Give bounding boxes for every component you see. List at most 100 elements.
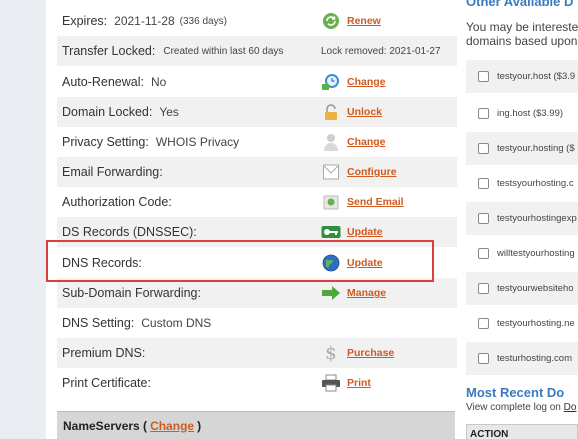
- authorization-code-label: Authorization Code:: [62, 195, 172, 209]
- privacy-icon: [321, 132, 341, 152]
- clock-icon: [321, 72, 341, 92]
- print-certificate-action: Print: [321, 368, 371, 398]
- nameservers-close-paren: ): [197, 418, 202, 433]
- suggestion-checkbox[interactable]: [478, 283, 489, 294]
- transfer-locked-label: Transfer Locked:: [62, 44, 156, 58]
- domain-locked-value: Yes: [159, 105, 179, 119]
- suggestion-name: testyour.host ($3.9: [497, 71, 576, 82]
- renew-link[interactable]: Renew: [347, 15, 381, 27]
- suggestion-item[interactable]: testyourhosting.ne: [466, 307, 578, 340]
- suggestion-item[interactable]: testyour.hosting ($: [466, 132, 578, 165]
- auto-renewal-action: Change: [321, 67, 386, 97]
- send-email-link[interactable]: Send Email: [347, 196, 404, 208]
- sub-domain-forwarding-label: Sub-Domain Forwarding:: [62, 286, 201, 300]
- premium-dns-label: Premium DNS:: [62, 346, 146, 360]
- transfer-locked-note: Created within last 60 days: [163, 45, 284, 57]
- privacy-setting-value: WHOIS Privacy: [155, 135, 240, 149]
- row-premium-dns: Premium DNS: $ Purchase: [57, 338, 457, 368]
- manage-link[interactable]: Manage: [347, 287, 386, 299]
- suggestion-name: testsyourhosting.c: [497, 178, 574, 189]
- arrow-right-icon: [321, 283, 341, 303]
- suggestion-checkbox[interactable]: [478, 318, 489, 329]
- auto-renewal-change-link[interactable]: Change: [347, 76, 386, 88]
- suggestion-checkbox[interactable]: [478, 213, 489, 224]
- row-domain-locked: Domain Locked: Yes Unlock: [57, 97, 457, 127]
- auto-renewal-label: Auto-Renewal:: [62, 75, 144, 89]
- suggestion-item[interactable]: willtestyourhosting: [466, 237, 578, 270]
- authorization-code-action: Send Email: [321, 187, 404, 217]
- suggestion-name: willtestyourhosting: [497, 248, 575, 259]
- row-auto-renewal: Auto-Renewal: No Change: [57, 67, 457, 97]
- suggestion-name: testyourhosting.ne: [497, 318, 575, 329]
- suggestion-item[interactable]: testyour.host ($3.9: [466, 60, 578, 93]
- view-log-text: View complete log on Do: [466, 402, 576, 413]
- privacy-change-link[interactable]: Change: [347, 136, 386, 148]
- available-domains-heading: Other Available D: [466, 0, 574, 9]
- suggestion-name: testyour.hosting ($: [497, 143, 575, 154]
- dns-records-highlight: [46, 240, 434, 282]
- suggestion-name: ing.host ($3.99): [497, 108, 564, 119]
- view-log-link[interactable]: Do: [564, 402, 577, 413]
- premium-dns-action: $ Purchase: [321, 338, 394, 368]
- nameservers-change-link[interactable]: Change: [150, 419, 194, 433]
- intro-line-1: You may be intereste: [466, 20, 578, 34]
- dns-setting-value: Custom DNS: [141, 316, 212, 330]
- left-background: [0, 0, 46, 439]
- expires-days: (336 days): [179, 15, 227, 27]
- privacy-setting-label: Privacy Setting:: [62, 135, 149, 149]
- suggestion-item[interactable]: testyourhostingexp: [466, 202, 578, 235]
- view-log-prefix: View complete log on: [466, 402, 564, 413]
- row-authorization-code: Authorization Code: Send Email: [57, 187, 457, 217]
- suggestion-name: testyourhostingexp: [497, 213, 577, 224]
- suggestion-item[interactable]: testsyourhosting.c: [466, 167, 578, 200]
- suggestion-item[interactable]: testyourwebsiteho: [466, 272, 578, 305]
- print-link[interactable]: Print: [347, 377, 371, 389]
- email-forwarding-label: Email Forwarding:: [62, 165, 163, 179]
- auto-renewal-value: No: [151, 75, 167, 89]
- suggestion-checkbox[interactable]: [478, 108, 489, 119]
- unlock-link[interactable]: Unlock: [347, 106, 382, 118]
- dns-setting-label: DNS Setting:: [62, 316, 135, 330]
- suggestion-checkbox[interactable]: [478, 248, 489, 259]
- dollar-icon: $: [325, 342, 337, 364]
- key-icon: [321, 222, 341, 242]
- printer-icon: [321, 373, 341, 393]
- ds-records-update-link[interactable]: Update: [347, 226, 383, 238]
- row-print-certificate: Print Certificate: Print: [57, 368, 457, 398]
- privacy-setting-action: Change: [321, 127, 386, 157]
- row-email-forwarding: Email Forwarding: Configure: [57, 157, 457, 187]
- suggestion-checkbox[interactable]: [478, 178, 489, 189]
- suggestion-name: testyourwebsiteho: [497, 283, 574, 294]
- lock-icon: [321, 102, 341, 122]
- print-certificate-label: Print Certificate:: [62, 376, 151, 390]
- suggestion-name: testurhosting.com: [497, 353, 572, 364]
- suggestion-item[interactable]: testurhosting.com: [466, 342, 578, 375]
- row-sub-domain-forwarding: Sub-Domain Forwarding: Manage: [57, 278, 457, 308]
- suggestion-checkbox[interactable]: [478, 353, 489, 364]
- nameservers-label: NameServers (: [63, 418, 148, 433]
- suggestions-sidebar: Other Available D You may be intereste d…: [458, 0, 578, 439]
- domain-locked-label: Domain Locked:: [62, 105, 153, 119]
- recent-activity-heading: Most Recent Do: [466, 385, 565, 400]
- expires-value: 2021-11-28: [114, 14, 175, 28]
- row-dns-setting: DNS Setting: Custom DNS: [57, 308, 457, 338]
- domain-locked-action: Unlock: [321, 97, 382, 127]
- ds-records-label: DS Records (DNSSEC):: [62, 225, 197, 239]
- renew-action: Renew: [321, 6, 381, 36]
- suggestion-checkbox[interactable]: [478, 143, 489, 154]
- configure-link[interactable]: Configure: [347, 166, 397, 178]
- envelope-icon: [321, 162, 341, 182]
- nameservers-header: NameServers ( Change ): [57, 411, 455, 439]
- renew-icon: [321, 11, 341, 31]
- action-column-header: ACTION: [466, 424, 578, 439]
- expires-label: Expires:: [62, 14, 108, 28]
- email-forwarding-action: Configure: [321, 157, 397, 187]
- row-transfer-locked: Transfer Locked: Created within last 60 …: [57, 36, 457, 66]
- purchase-link[interactable]: Purchase: [347, 347, 394, 359]
- row-privacy-setting: Privacy Setting: WHOIS Privacy Change: [57, 127, 457, 157]
- sub-domain-forwarding-action: Manage: [321, 278, 386, 308]
- intro-line-2: domains based upon: [466, 34, 578, 48]
- suggestion-checkbox[interactable]: [478, 71, 489, 82]
- available-domains-intro: You may be intereste domains based upon: [466, 20, 578, 48]
- suggestion-item[interactable]: ing.host ($3.99): [466, 97, 578, 130]
